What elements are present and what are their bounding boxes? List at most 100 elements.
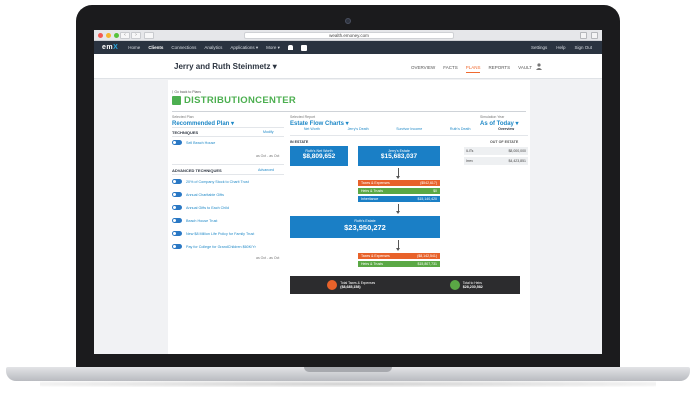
nav-connections[interactable]: Connections [171, 45, 196, 51]
tab-net-worth[interactable]: Net Worth [304, 127, 320, 131]
toggle-switch[interactable] [172, 140, 182, 145]
box-value: $23,950,272 [344, 223, 386, 232]
tab-overview[interactable]: OVERVIEW [411, 65, 435, 73]
tab-facts[interactable]: FACTS [443, 65, 458, 73]
modify-link[interactable]: Modify [263, 130, 274, 134]
out-of-estate-row: Irrev $4,423,851 [464, 157, 528, 165]
advanced-link[interactable]: Advanced [258, 168, 274, 172]
distribution-center-panel: ⟨ Go back to Plans DISTRIBUTIONCENTER Se… [168, 80, 530, 354]
technique-label: Pay for College for GrandChildren $60K/Y… [186, 244, 256, 249]
tasks-icon[interactable] [300, 44, 307, 51]
ruth-heirs-row: Heirs & Trusts $15,807,731 [358, 261, 440, 267]
technique-label: Beach House Trust [186, 218, 218, 223]
tab-plans[interactable]: PLANS [465, 65, 481, 73]
divider [172, 174, 284, 175]
jerry-heirs-row: Heirs & Trusts $0 [358, 188, 440, 194]
user-icon[interactable] [536, 63, 542, 70]
tab-jerrys-death[interactable]: Jerry's Death [348, 127, 369, 131]
nav-help[interactable]: Help [556, 45, 565, 50]
nav-clients[interactable]: Clients [148, 45, 163, 51]
box-value: $8,809,652 [302, 153, 336, 160]
simulation-year-label: Simulation Year [480, 115, 505, 119]
advanced-technique-item[interactable]: New $8 Million Life Policy for Family Tr… [172, 231, 254, 236]
toggle-switch[interactable] [172, 192, 182, 197]
screen: ‹ › wealth.emoney.com emX Home Clients C… [94, 30, 602, 354]
heirs-icon [449, 280, 460, 290]
tab-survivor-income[interactable]: Survivor Income [396, 127, 422, 131]
distribution-center-icon [172, 96, 181, 105]
toggle-switch[interactable] [172, 231, 182, 236]
forward-arrow-icon[interactable]: › [131, 32, 141, 39]
nav-home[interactable]: Home [128, 45, 140, 51]
advanced-technique-item[interactable]: Pay for College for GrandChildren $60K/Y… [172, 244, 256, 249]
sidebar-toggle-icon[interactable] [144, 32, 154, 39]
nav-settings[interactable]: Settings [531, 45, 547, 50]
technique-label: Annual Charitable Gifts [186, 192, 224, 197]
simulation-year-dropdown[interactable]: As of Today ▾ [480, 120, 519, 127]
row-value: $15,807,731 [417, 262, 437, 266]
ruth-estate-box[interactable]: Ruth's Estate $23,950,272 [290, 216, 440, 238]
toggle-switch[interactable] [172, 179, 182, 184]
toggle-switch[interactable] [172, 218, 182, 223]
flow-arrow [396, 168, 400, 179]
total-taxes: Total Taxes & Expenses ($8,685,158) [327, 280, 375, 290]
client-header: Jerry and Ruth Steinmetz ▾ OVERVIEW FACT… [94, 54, 602, 79]
nav-analytics[interactable]: Analytics [204, 45, 222, 51]
app-navbar: emX Home Clients Connections Analytics A… [94, 41, 602, 54]
ruth-net-worth-box[interactable]: Ruth's Net Worth $8,809,652 [290, 146, 348, 166]
totals-bar: Total Taxes & Expenses ($8,685,158) Total… [290, 276, 520, 294]
laptop-notch [304, 367, 392, 372]
advanced-technique-item[interactable]: Beach House Trust [172, 218, 217, 223]
oe-value: $8,000,000 [508, 149, 526, 153]
taxes-icon [327, 280, 338, 290]
page-title: DISTRIBUTIONCENTER [172, 95, 296, 106]
advanced-technique-item[interactable]: 20% of Company Stock to Charit Trust [172, 179, 249, 184]
minimize-window-button[interactable] [106, 33, 111, 38]
back-arrow-icon[interactable]: ‹ [120, 32, 130, 39]
zoom-window-button[interactable] [114, 33, 119, 38]
divider [172, 136, 284, 137]
jerry-estate-box[interactable]: Jerry's Estate $15,683,037 [358, 146, 440, 166]
selected-plan-dropdown[interactable]: Recommended Plan ▾ [172, 120, 234, 127]
bell-icon[interactable] [287, 44, 293, 50]
tab-vault[interactable]: VAULT [518, 65, 532, 73]
back-to-plans-link[interactable]: ⟨ Go back to Plans [172, 90, 201, 94]
tabs-icon[interactable] [591, 32, 598, 39]
client-selector[interactable]: Jerry and Ruth Steinmetz ▾ [174, 62, 277, 71]
close-window-button[interactable] [98, 33, 103, 38]
row-label: Inheritance [361, 197, 379, 201]
techniques-timestamp: as Oct - as Oct [256, 154, 280, 158]
techniques-heading: TECHNIQUES [172, 130, 199, 135]
share-icon[interactable] [580, 32, 587, 39]
total-heirs-value: $28,230,582 [462, 285, 483, 289]
row-value: $0 [433, 189, 437, 193]
selected-report-label: Selected Report [290, 115, 316, 119]
technique-label: Annual Gifts to Each Child [186, 205, 230, 210]
page-title-text: DISTRIBUTIONCENTER [184, 95, 297, 106]
logo-text: em [102, 44, 114, 51]
title-divider [172, 111, 526, 112]
nav-more[interactable]: More ▾ [266, 45, 280, 51]
nav-applications[interactable]: Applications ▾ [230, 45, 258, 51]
oe-name: ILITs [466, 149, 474, 153]
flow-arrow [396, 240, 400, 251]
toggle-switch[interactable] [172, 205, 182, 210]
oe-value: $4,423,851 [508, 159, 526, 163]
advanced-technique-item[interactable]: Annual Gifts to Each Child [172, 205, 229, 210]
selected-plan-label: Selected Plan [172, 115, 194, 119]
tab-overview-report[interactable]: Overview [498, 127, 514, 131]
row-label: Taxes & Expenses [361, 181, 390, 185]
technique-item[interactable]: Sell Beach House [172, 140, 215, 145]
toggle-switch[interactable] [172, 244, 182, 249]
advanced-technique-item[interactable]: Annual Charitable Gifts [172, 192, 224, 197]
emx-logo[interactable]: emX [102, 44, 118, 51]
address-bar[interactable]: wealth.emoney.com [244, 32, 454, 39]
tab-reports[interactable]: REPORTS [488, 65, 510, 73]
selected-report-dropdown[interactable]: Estate Flow Charts ▾ [290, 120, 349, 127]
nav-sign-out[interactable]: Sign Out [574, 45, 592, 50]
browser-toolbar: ‹ › wealth.emoney.com [94, 30, 602, 41]
total-heirs: Total to Heirs $28,230,582 [449, 280, 483, 290]
tab-ruths-death[interactable]: Ruth's Death [450, 127, 471, 131]
flow-arrow [396, 204, 400, 214]
advanced-techniques-heading: ADVANCED TECHNIQUES [172, 168, 222, 173]
